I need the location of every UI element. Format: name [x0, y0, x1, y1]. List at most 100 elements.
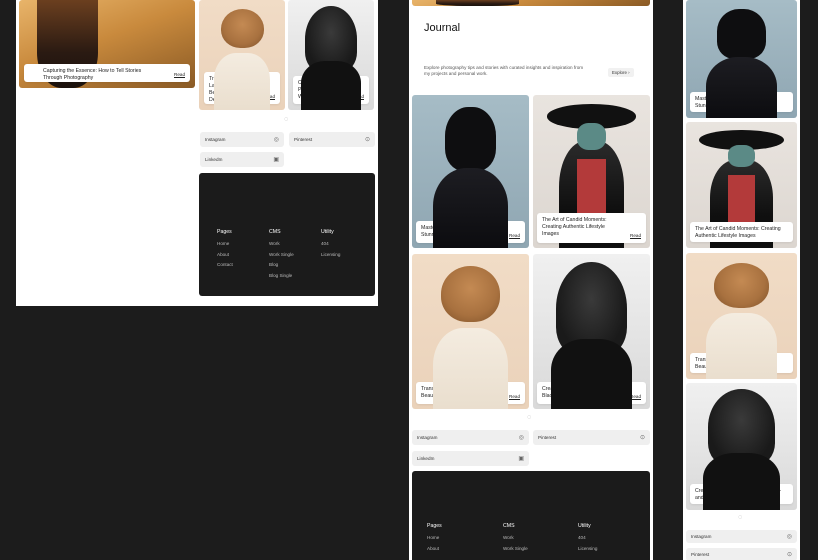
post-card-title: The Art of Candid Moments: Creating Auth…: [542, 217, 607, 238]
post-card-title: Transforming Landscapes: Finding Beauty …: [209, 76, 257, 104]
linkedin-icon: ▣: [518, 456, 524, 462]
social-label: LinkedIn: [205, 157, 223, 162]
loading-icon: ◌: [284, 116, 289, 123]
social-label: Pinterest: [294, 137, 313, 142]
read-link[interactable]: Read: [264, 94, 275, 100]
shirt-detail: [728, 174, 755, 226]
read-link[interactable]: Read: [630, 394, 641, 400]
pinterest-icon: ⊙: [364, 137, 370, 143]
featured-post-title: Capturing the Essence: How to Tell Stori…: [43, 68, 142, 82]
footer-heading: Pages: [217, 229, 232, 235]
social-link-linkedin[interactable]: LinkedIn ▣: [200, 152, 284, 167]
read-link[interactable]: Read: [353, 94, 364, 100]
featured-post-card[interactable]: Capturing the Essence: How to Tell Stori…: [24, 64, 190, 82]
post-card-image[interactable]: Mastering Light: Techniques for Stunning…: [412, 95, 529, 248]
post-card-title: Creating Impact: The Power of Black-and-…: [542, 386, 613, 400]
footer-link[interactable]: About: [217, 252, 233, 257]
linkedin-icon: ▣: [273, 157, 279, 163]
post-card-image[interactable]: Creating Impact: The Power of Black-and-…: [533, 254, 650, 409]
footer-heading: Pages: [427, 523, 442, 529]
site-footer: Pages Home About CMS Work Work Single Ut…: [412, 471, 650, 560]
footer-heading: Utility: [578, 523, 591, 529]
social-link-pinterest[interactable]: Pinterest ⊙: [686, 548, 797, 560]
post-card-image[interactable]: Mastering Light: Techniques for Stunning…: [686, 0, 797, 118]
footer-link[interactable]: Work Single: [269, 252, 294, 257]
shirt-detail: [577, 159, 606, 221]
post-card-caption[interactable]: Mastering Light: Techniques for Stunning…: [416, 221, 525, 243]
post-card-title: Mastering Light: Techniques for Stunning…: [695, 96, 767, 110]
social-link-pinterest[interactable]: Pinterest ⊙: [533, 430, 650, 445]
post-card-caption[interactable]: Transforming Landscapes: Finding Beauty …: [690, 353, 793, 373]
footer-link[interactable]: Work: [503, 535, 528, 540]
read-link[interactable]: Read: [630, 233, 641, 239]
middle-panel: Journal Explore photography tips and sto…: [409, 0, 653, 560]
hero-image-strip: [412, 0, 650, 6]
right-panel: Mastering Light: Techniques for Stunning…: [683, 0, 800, 560]
footer-link[interactable]: Blog Single: [269, 273, 294, 278]
footer-heading: CMS: [269, 229, 281, 235]
featured-post-image[interactable]: Capturing the Essence: How to Tell Stori…: [19, 0, 195, 88]
footer-link[interactable]: About: [427, 546, 442, 551]
post-card-caption[interactable]: The Art of Candid Moments: Creating Auth…: [690, 222, 793, 242]
face-mask-detail: [577, 122, 606, 151]
footer-cms: CMS Work Work Single: [503, 523, 528, 556]
loading-icon: ◌: [738, 514, 743, 521]
instagram-icon: ◎: [273, 137, 279, 143]
pinterest-icon: ⊙: [786, 552, 792, 558]
post-card-image[interactable]: Transforming Landscapes: Finding Beauty …: [412, 254, 529, 409]
post-card-image[interactable]: Creating Impact: The Power of Black-and-…: [288, 0, 374, 110]
footer-link[interactable]: Work: [269, 241, 294, 246]
arrow-right-icon: ›: [628, 70, 630, 75]
explore-button[interactable]: Explore ›: [608, 68, 634, 77]
social-label: Instagram: [691, 534, 712, 539]
page-title: Journal: [424, 22, 461, 34]
footer-utility: Utility 404 Licensing: [578, 523, 597, 556]
post-card-caption[interactable]: Transforming Landscapes: Finding Beauty …: [204, 72, 280, 104]
explore-label: Explore: [612, 70, 627, 75]
post-card-caption[interactable]: Creating Impact: The Power of Black-and-…: [690, 484, 793, 504]
social-link-pinterest[interactable]: Pinterest ⊙: [289, 132, 375, 147]
read-link[interactable]: Read: [509, 394, 520, 400]
left-panel: Capturing the Essence: How to Tell Stori…: [16, 0, 378, 306]
post-card-title: Transforming Landscapes: Finding Beauty …: [421, 386, 501, 400]
footer-cms: CMS Work Work Single Blog Blog Single: [269, 229, 294, 283]
post-card-caption[interactable]: Creating Impact: The Power of Black-and-…: [537, 382, 646, 404]
footer-link[interactable]: Contact: [217, 262, 233, 267]
site-footer: Pages Home About Contact CMS Work Work S…: [199, 173, 375, 296]
post-card-caption[interactable]: The Art of Candid Moments: Creating Auth…: [537, 213, 646, 243]
post-card-caption[interactable]: Transforming Landscapes: Finding Beauty …: [416, 382, 525, 404]
footer-link[interactable]: 404: [578, 535, 597, 540]
social-link-instagram[interactable]: Instagram ◎: [200, 132, 284, 147]
footer-heading: CMS: [503, 523, 515, 529]
social-link-instagram[interactable]: Instagram ◎: [686, 530, 797, 543]
post-card-caption[interactable]: Mastering Light: Techniques for Stunning…: [690, 92, 793, 112]
post-card-image[interactable]: Transforming Landscapes: Finding Beauty …: [686, 253, 797, 379]
face-mask-detail: [728, 144, 755, 168]
footer-link[interactable]: Blog: [269, 262, 294, 267]
post-card-title: The Art of Candid Moments: Creating Auth…: [695, 226, 781, 240]
footer-pages: Pages Home About: [427, 523, 442, 556]
social-link-instagram[interactable]: Instagram ◎: [412, 430, 529, 445]
footer-link[interactable]: Licensing: [321, 252, 340, 257]
read-link[interactable]: Read: [509, 233, 520, 239]
footer-pages: Pages Home About Contact: [217, 229, 233, 273]
footer-link[interactable]: Licensing: [578, 546, 597, 551]
pinterest-icon: ⊙: [639, 435, 645, 441]
social-label: Pinterest: [538, 435, 557, 440]
intro-text: Explore photography tips and stories wit…: [424, 65, 584, 76]
footer-link[interactable]: Home: [217, 241, 233, 246]
post-card-image[interactable]: The Art of Candid Moments: Creating Auth…: [686, 122, 797, 248]
footer-link[interactable]: 404: [321, 241, 340, 246]
post-card-image[interactable]: Transforming Landscapes: Finding Beauty …: [199, 0, 285, 110]
post-card-title: Mastering Light: Techniques for Stunning…: [421, 225, 493, 239]
post-card-title: Transforming Landscapes: Finding Beauty …: [695, 357, 775, 371]
read-link[interactable]: Read: [174, 72, 185, 78]
footer-link[interactable]: Work Single: [503, 546, 528, 551]
post-card-image[interactable]: The Art of Candid Moments: Creating Auth…: [533, 95, 650, 248]
post-card-caption[interactable]: Creating Impact: The Power of Black-and-…: [293, 76, 369, 104]
social-link-linkedin[interactable]: LinkedIn ▣: [412, 451, 529, 466]
post-card-image[interactable]: Creating Impact: The Power of Black-and-…: [686, 383, 797, 510]
footer-link[interactable]: Home: [427, 535, 442, 540]
footer-heading: Utility: [321, 229, 334, 235]
loading-icon: ◌: [527, 414, 532, 421]
